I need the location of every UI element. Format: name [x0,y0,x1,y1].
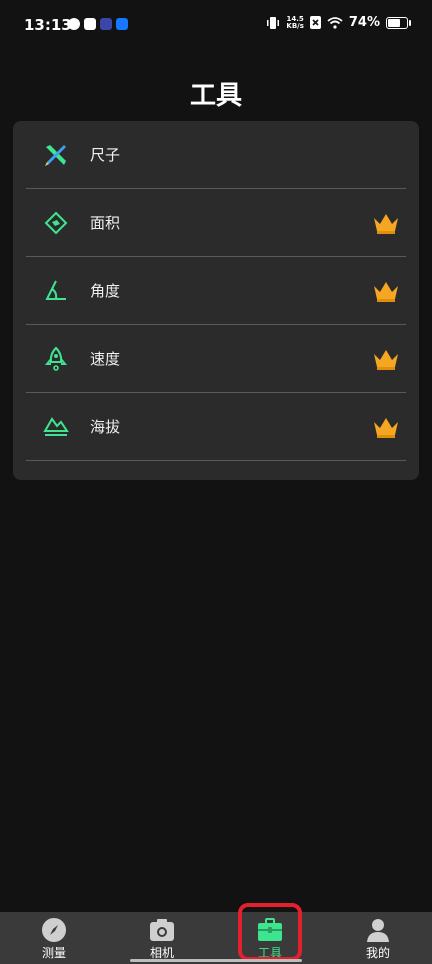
tab-mine[interactable]: 我的 [324,912,432,964]
crown-icon [374,417,398,438]
tool-item-altitude[interactable]: 海拔 [26,393,406,461]
battery-icon [386,16,411,29]
notification-icons [68,18,128,30]
tool-label: 尺子 [90,146,121,164]
tool-item-area[interactable]: 面积 [26,189,406,257]
vibrate-icon [267,16,280,29]
tool-item-speed[interactable]: 速度 [26,325,406,393]
status-time: 13:13 [24,16,72,34]
tab-label: 我的 [365,946,390,960]
tools-list: 尺子 面积 角度 速度 海拔 [13,121,419,480]
active-tab-highlight [238,903,302,961]
tab-measure[interactable]: 测量 [0,912,108,964]
angle-icon [42,277,70,305]
home-indicator[interactable] [130,959,302,962]
mountain-altitude-icon [42,413,70,441]
mail-notification-icon [84,18,96,30]
user-icon [365,918,391,942]
tool-label: 速度 [90,350,121,368]
tool-label: 海拔 [90,418,121,436]
crown-icon [374,281,398,302]
play-notification-icon [100,18,112,30]
tool-item-ruler[interactable]: 尺子 [26,121,406,189]
alipay-notification-icon [116,18,128,30]
tool-label: 角度 [90,282,121,300]
network-speed: 14.5 KB/s [286,15,304,30]
status-right: 14.5 KB/s 74% [266,15,411,30]
rocket-speed-icon [42,345,70,373]
crown-icon [374,213,398,234]
crown-icon [374,349,398,370]
wifi-icon [327,16,343,29]
speed-unit: KB/s [286,21,304,30]
battery-percent: 74% [348,15,380,30]
app-notification-icon [68,18,80,30]
tool-label: 面积 [90,214,121,232]
sim-off-icon [309,16,321,29]
camera-icon [149,918,175,942]
tab-camera[interactable]: 相机 [108,912,216,964]
bottom-tab-bar: 测量 相机 工具 我的 [0,912,432,964]
compass-icon [41,918,67,942]
ruler-pencil-icon [42,141,70,169]
page-title: 工具 [189,81,242,111]
tab-label: 测量 [41,946,66,960]
status-bar: 13:13 14.5 KB/s 74% [0,0,432,52]
area-diamond-icon [42,209,70,237]
tool-item-angle[interactable]: 角度 [26,257,406,325]
